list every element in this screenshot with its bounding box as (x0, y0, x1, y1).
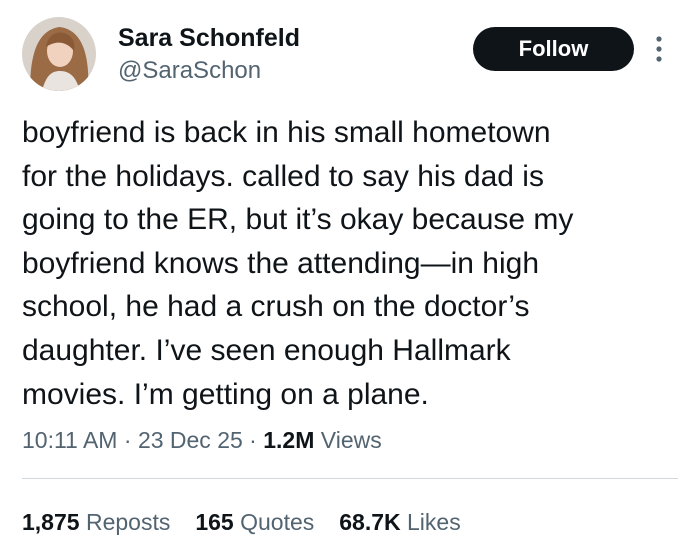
reposts-count: 1,875 (22, 509, 80, 535)
tweet-time[interactable]: 10:11 AM (22, 427, 117, 453)
avatar[interactable] (22, 17, 96, 91)
likes-stat[interactable]: 68.7K Likes (339, 505, 460, 539)
reposts-label: Reposts (85, 509, 171, 535)
follow-button[interactable]: Follow (473, 27, 634, 71)
avatar-image (22, 17, 96, 91)
likes-label: Likes (407, 509, 461, 535)
author-display-name[interactable]: Sara Schonfeld (118, 22, 300, 54)
likes-count: 68.7K (339, 509, 401, 535)
divider (22, 478, 678, 479)
quotes-label: Quotes (240, 509, 315, 535)
meta-separator: · (242, 427, 264, 453)
views-label: Views (314, 427, 382, 453)
quotes-stat[interactable]: 165 Quotes (195, 505, 314, 539)
quotes-count: 165 (195, 509, 234, 535)
more-vertical-icon[interactable] (651, 34, 667, 66)
engagement-stats: 1,875 Reposts 165 Quotes 68.7K Likes (22, 505, 461, 539)
tweet-date[interactable]: 23 Dec 25 (138, 427, 243, 453)
tweet-text: boyfriend is back in his small hometown … (22, 116, 574, 411)
meta-separator: · (117, 427, 138, 453)
tweet-meta: 10:11 AM · 23 Dec 25 · 1.2M Views (22, 423, 382, 457)
reposts-stat[interactable]: 1,875 Reposts (22, 505, 170, 539)
author-handle[interactable]: @SaraSchon (118, 55, 261, 87)
views-count: 1.2M (263, 427, 315, 453)
